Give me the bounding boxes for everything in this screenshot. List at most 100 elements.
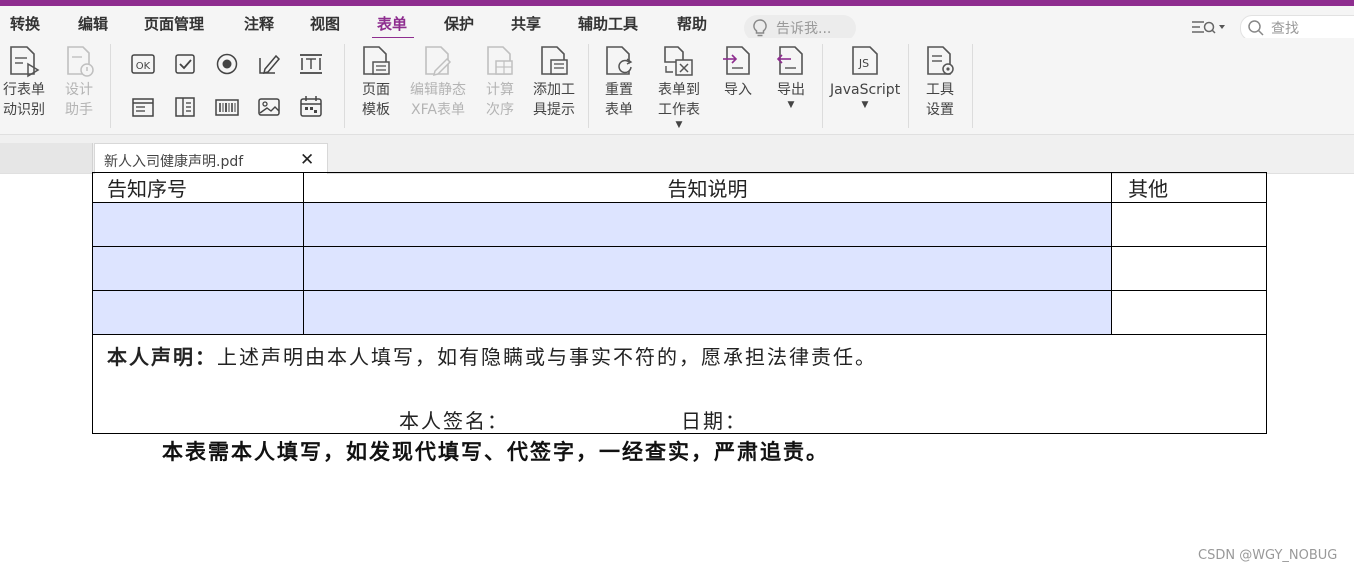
javascript-icon: JS [852, 46, 878, 75]
export-label: 导出 [777, 82, 805, 98]
reset-form-icon [606, 46, 633, 75]
calculation-order-button[interactable]: 计算 次序 [480, 44, 520, 120]
list-box-tool[interactable] [297, 50, 325, 78]
radio-button-tool[interactable] [213, 50, 241, 78]
svg-text:OK: OK [136, 61, 151, 72]
page-template-button[interactable]: 页面 模板 [352, 44, 400, 120]
description-field[interactable] [302, 246, 1113, 291]
statement-label: 本人声明： [107, 345, 217, 369]
table-header-row: 告知序号 告知说明 其他 [92, 172, 1267, 203]
checkbox-tool[interactable] [171, 50, 199, 78]
ribbon-separator [588, 44, 589, 128]
menu-form[interactable]: 表单 [377, 13, 407, 34]
close-icon[interactable]: ✕ [300, 150, 314, 170]
combo-box-icon [132, 98, 154, 117]
import-label: 导入 [724, 82, 752, 98]
reset-form-button[interactable]: 重置 表单 [598, 44, 640, 120]
search-icon [1248, 20, 1264, 36]
statement-row: 本人声明：上述声明由本人填写，如有隐瞒或与事实不符的，愿承担法律责任。 本人签名… [92, 334, 1267, 434]
date-field-tool[interactable] [297, 93, 325, 121]
header-description: 告知说明 [302, 172, 1113, 203]
form-to-sheet-label: 表单到 工作表 [658, 82, 700, 118]
form-to-sheet-button[interactable]: 表单到 工作表 ▼ [650, 44, 708, 130]
serial-no-field[interactable] [92, 246, 304, 291]
view-options-icon[interactable] [1190, 17, 1230, 37]
design-assistant-icon [67, 46, 94, 77]
form-to-sheet-icon [664, 46, 693, 76]
signature-field-icon [175, 97, 195, 117]
menu-accessibility[interactable]: 辅助工具 [578, 13, 638, 34]
tool-settings-icon [927, 46, 954, 75]
table-row [92, 290, 1267, 335]
javascript-label: JavaScript [830, 82, 901, 98]
page-template-label: 页面 模板 [362, 82, 390, 118]
export-button[interactable]: 导出 ▼ [772, 44, 810, 110]
serial-no-field[interactable] [92, 290, 304, 335]
design-assistant-label: 设计 助手 [65, 82, 93, 118]
ok-button-tool[interactable]: OK [129, 50, 157, 78]
menu-edit[interactable]: 编辑 [78, 13, 108, 34]
menu-comment[interactable]: 注释 [244, 13, 274, 34]
other-cell [1111, 246, 1267, 291]
image-field-icon [258, 98, 280, 116]
document-tab-bar: 新人入司健康声明.pdf ✕ [0, 135, 1354, 175]
image-field-tool[interactable] [255, 93, 283, 121]
barcode-tool[interactable] [213, 93, 241, 121]
tab-previous[interactable] [0, 143, 93, 173]
table-row [92, 246, 1267, 291]
text-field-tool[interactable] [255, 50, 283, 78]
statement-cell: 本人声明：上述声明由本人填写，如有隐瞒或与事实不符的，愿承担法律责任。 本人签名… [92, 334, 1267, 434]
date-label: 日期： [681, 409, 747, 433]
description-field[interactable] [302, 290, 1113, 335]
other-cell [1111, 202, 1267, 247]
page-template-icon [363, 46, 390, 75]
description-field[interactable] [302, 202, 1113, 247]
document-tab-title: 新人入司健康声明.pdf [104, 154, 244, 170]
tab-health-declaration-pdf[interactable]: 新人入司健康声明.pdf ✕ [94, 143, 328, 175]
add-tooltip-button[interactable]: 添加工 具提示 [528, 44, 580, 120]
export-icon [776, 46, 803, 75]
ribbon-separator [972, 44, 973, 128]
menu-page-management[interactable]: 页面管理 [144, 13, 204, 34]
menu-protect[interactable]: 保护 [444, 13, 474, 34]
statement-text: 上述声明由本人填写，如有隐瞒或与事实不符的，愿承担法律责任。 [217, 345, 877, 369]
reset-form-label: 重置 表单 [605, 82, 633, 118]
checkbox-icon [175, 54, 195, 74]
header-other: 其他 [1111, 172, 1267, 203]
run-form-recognition-label: 行表单 动识别 [3, 82, 45, 118]
health-declaration-table: 告知序号 告知说明 其他 本人声明：上述声明由本人填写，如有隐瞒或与事实不符的，… [92, 172, 1267, 434]
list-box-icon [300, 54, 322, 74]
date-field-icon [300, 96, 322, 117]
javascript-button[interactable]: JS JavaScript ▼ [830, 44, 900, 110]
menu-view[interactable]: 视图 [310, 13, 340, 34]
design-assistant-button[interactable]: 设计 助手 [58, 44, 100, 120]
edit-xfa-icon [425, 46, 452, 77]
menu-share[interactable]: 共享 [511, 13, 541, 34]
ribbon-separator [822, 44, 823, 128]
svg-text:JS: JS [858, 57, 869, 70]
menu-convert[interactable]: 转换 [10, 13, 40, 34]
menu-bar: 转换 编辑 页面管理 注释 视图 表单 保护 共享 辅助工具 帮助 告诉我...… [0, 6, 1354, 41]
import-button[interactable]: 导入 [720, 44, 756, 100]
combo-box-tool[interactable] [129, 93, 157, 121]
form-footnote: 本表需本人填写，如发现代填写、代签字，一经查实，严肃追责。 [162, 439, 829, 464]
javascript-dropdown-icon: ▼ [861, 100, 869, 110]
import-icon [723, 46, 750, 75]
tool-settings-button[interactable]: 工具 设置 [918, 44, 962, 120]
search-placeholder: 查找 [1271, 21, 1299, 37]
table-row [92, 202, 1267, 247]
calculation-order-label: 计算 次序 [486, 82, 514, 118]
text-field-icon [259, 54, 281, 75]
serial-no-field[interactable] [92, 202, 304, 247]
statement-line: 本人声明：上述声明由本人填写，如有隐瞒或与事实不符的，愿承担法律责任。 [107, 341, 877, 370]
run-form-recognition-button[interactable]: 行表单 动识别 [0, 44, 48, 120]
radio-button-icon [216, 53, 238, 75]
signature-field-tool[interactable] [171, 93, 199, 121]
menu-help[interactable]: 帮助 [677, 13, 707, 34]
header-serial-no: 告知序号 [92, 172, 304, 203]
lightbulb-icon [753, 19, 767, 37]
export-dropdown-icon: ▼ [787, 100, 795, 110]
tell-me-placeholder: 告诉我... [776, 21, 832, 37]
edit-static-xfa-button[interactable]: 编辑静态 XFA表单 [406, 44, 470, 120]
ribbon-separator [110, 44, 111, 128]
